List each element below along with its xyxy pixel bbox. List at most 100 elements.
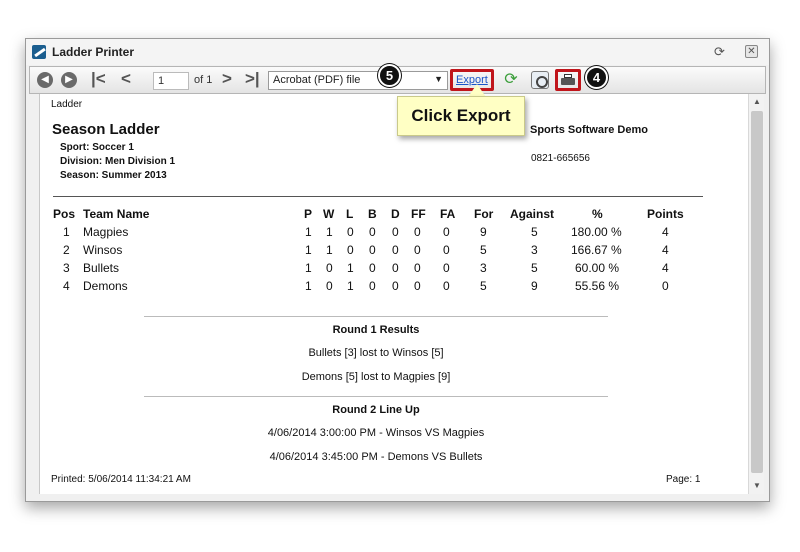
- scroll-down-icon[interactable]: ▼: [753, 481, 761, 490]
- refresh-icon[interactable]: ⟳: [714, 44, 725, 60]
- cell-points: 4: [662, 261, 669, 275]
- app-icon: [32, 45, 46, 59]
- printer-icon[interactable]: [561, 74, 575, 86]
- cell-w: 0: [326, 279, 333, 293]
- vertical-scrollbar[interactable]: ▲ ▼: [748, 94, 764, 494]
- division-label: Division: Men Division 1: [60, 156, 176, 167]
- cell-ff: 0: [414, 261, 421, 275]
- refresh-report-icon[interactable]: ⟳: [502, 71, 520, 89]
- cell-for: 3: [480, 261, 487, 275]
- report-title: Season Ladder: [52, 121, 160, 138]
- prev-page-icon[interactable]: <: [121, 69, 131, 89]
- cell-team: Demons: [83, 279, 128, 293]
- dropdown-arrow-icon: ▼: [434, 74, 443, 84]
- cell-for: 5: [480, 279, 487, 293]
- cell-d: 0: [392, 225, 399, 239]
- cell-fa: 0: [443, 225, 450, 239]
- cell-points: 4: [662, 243, 669, 257]
- export-format-select[interactable]: Acrobat (PDF) file ▼: [268, 71, 448, 90]
- cell-against: 3: [531, 243, 538, 257]
- cell-ff: 0: [414, 279, 421, 293]
- organisation-name: Sports Software Demo: [530, 124, 648, 136]
- result-line: Demons [5] lost to Magpies [9]: [301, 371, 451, 383]
- season-label: Season: Summer 2013: [60, 170, 167, 181]
- cell-against: 5: [531, 225, 538, 239]
- section-divider: [144, 316, 608, 317]
- cell-pos: 1: [63, 225, 70, 239]
- organisation-phone: 0821-665656: [531, 153, 590, 164]
- lineup-line: 4/06/2014 3:00:00 PM - Winsos VS Magpies: [267, 427, 485, 439]
- col-header: D: [391, 207, 400, 221]
- cell-b: 0: [369, 279, 376, 293]
- cell-ff: 0: [414, 225, 421, 239]
- cell-team: Magpies: [83, 225, 129, 239]
- col-header: Team Name: [83, 207, 150, 221]
- cell-fa: 0: [443, 261, 450, 275]
- report-page: Ladder Season Ladder Sport: Soccer 1 Div…: [39, 94, 749, 494]
- cell-l: 1: [347, 279, 354, 293]
- cell-percent: 180.00 %: [571, 225, 622, 239]
- next-page-icon[interactable]: >: [222, 69, 232, 89]
- cell-points: 4: [662, 225, 669, 239]
- col-header: P: [304, 207, 313, 221]
- print-highlight: [555, 69, 581, 91]
- printed-timestamp: Printed: 5/06/2014 11:34:21 AM: [51, 474, 191, 485]
- cell-percent: 60.00 %: [575, 261, 620, 275]
- report-label: Ladder: [51, 99, 83, 110]
- page-number-input[interactable]: [153, 72, 189, 90]
- section-divider: [144, 396, 608, 397]
- window-title: Ladder Printer: [52, 45, 135, 59]
- cell-d: 0: [392, 243, 399, 257]
- col-header: W: [323, 207, 335, 221]
- cell-p: 1: [305, 243, 312, 257]
- cell-l: 1: [347, 261, 354, 275]
- cell-b: 0: [369, 261, 376, 275]
- cell-pos: 4: [63, 279, 70, 293]
- cell-fa: 0: [443, 243, 450, 257]
- cell-b: 0: [369, 243, 376, 257]
- scroll-up-icon[interactable]: ▲: [753, 97, 761, 106]
- cell-team: Winsos: [83, 243, 123, 257]
- nav-back-icon[interactable]: ◀: [37, 72, 53, 88]
- step-badge-print: 4: [585, 66, 608, 89]
- page-setup-icon[interactable]: [531, 71, 549, 89]
- col-header: FF: [411, 207, 426, 221]
- cell-d: 0: [392, 261, 399, 275]
- last-page-icon[interactable]: >|: [245, 69, 260, 89]
- cell-fa: 0: [443, 279, 450, 293]
- cell-p: 1: [305, 225, 312, 239]
- title-bar: Ladder Printer ⟳ ✕: [26, 39, 769, 65]
- cell-against: 5: [531, 261, 538, 275]
- click-export-callout: Click Export: [397, 96, 525, 136]
- cell-p: 1: [305, 279, 312, 293]
- page-footer: Page: 1: [666, 474, 701, 485]
- cell-pos: 3: [63, 261, 70, 275]
- scroll-thumb[interactable]: [751, 111, 763, 473]
- cell-d: 0: [392, 279, 399, 293]
- cell-percent: 55.56 %: [575, 279, 620, 293]
- cell-team: Bullets: [83, 261, 120, 275]
- col-header: FA: [440, 207, 456, 221]
- col-header: Points: [647, 207, 684, 221]
- lineup-line: 4/06/2014 3:45:00 PM - Demons VS Bullets: [269, 451, 483, 463]
- first-page-icon[interactable]: |<: [91, 69, 106, 89]
- cell-p: 1: [305, 261, 312, 275]
- col-header: For: [474, 207, 494, 221]
- nav-forward-icon[interactable]: ▶: [61, 72, 77, 88]
- cell-b: 0: [369, 225, 376, 239]
- col-header: Against: [510, 207, 555, 221]
- cell-l: 0: [347, 225, 354, 239]
- close-icon[interactable]: ✕: [745, 45, 758, 58]
- col-header: Pos: [53, 207, 76, 221]
- round-results-title: Round 1 Results: [332, 324, 420, 336]
- step-badge-export: 5: [378, 64, 401, 87]
- cell-points: 0: [662, 279, 669, 293]
- result-line: Bullets [3] lost to Winsos [5]: [308, 347, 444, 359]
- cell-w: 1: [326, 225, 333, 239]
- cell-percent: 166.67 %: [571, 243, 622, 257]
- sport-label: Sport: Soccer 1: [60, 142, 134, 153]
- col-header: B: [368, 207, 377, 221]
- col-header: L: [346, 207, 354, 221]
- round-lineup-title: Round 2 Line Up: [332, 404, 420, 416]
- page-count-label: of 1: [194, 74, 213, 86]
